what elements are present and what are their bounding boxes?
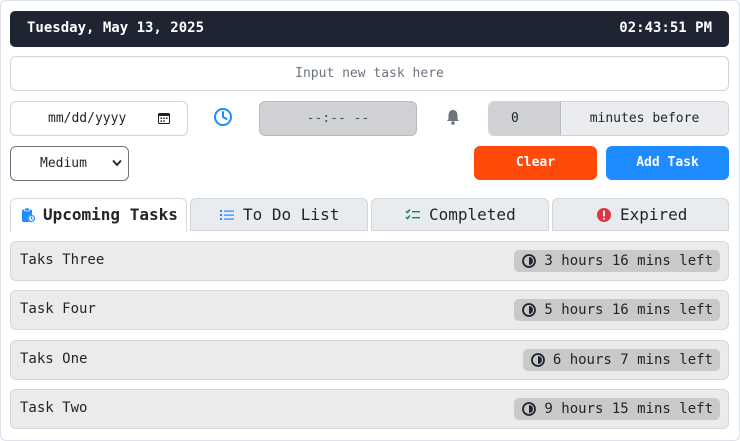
task-item[interactable]: Taks One 6 hours 7 mins left [10, 340, 729, 380]
priority-select[interactable]: Medium [10, 146, 129, 181]
time-left-badge: 6 hours 7 mins left [522, 349, 720, 371]
time-left-badge: 5 hours 16 mins left [514, 299, 720, 321]
task-input[interactable]: Input new task here [10, 56, 729, 91]
chevron-down-icon [112, 159, 122, 167]
half-moon-icon [522, 254, 537, 268]
task-name: Taks Three [20, 252, 105, 268]
time-left-text: 6 hours 7 mins left [552, 352, 713, 368]
task-name: Taks One [20, 351, 88, 367]
bell-icon [447, 110, 459, 125]
task-item[interactable]: Taks Three 3 hours 16 mins left [10, 241, 729, 281]
date-input[interactable]: mm/dd/yyyy [10, 101, 188, 136]
current-time: 02:43:51 PM [619, 20, 712, 36]
add-task-button[interactable]: Add Task [606, 146, 729, 180]
reminder-group: 0 minutes before [488, 101, 729, 136]
exclamation-circle-icon [597, 208, 611, 222]
time-left-badge: 9 hours 15 mins left [514, 398, 720, 420]
task-item[interactable]: Task Four 5 hours 16 mins left [10, 290, 729, 330]
time-left-text: 3 hours 16 mins left [544, 253, 713, 269]
time-left-text: 5 hours 16 mins left [544, 302, 713, 318]
tab-expired-label: Expired [620, 205, 688, 224]
reminder-label: minutes before [561, 102, 728, 135]
task-name: Task Two [20, 400, 88, 416]
calendar-icon[interactable] [158, 112, 170, 124]
tab-completed[interactable]: Completed [371, 198, 549, 231]
current-date: Tuesday, May 13, 2025 [27, 20, 205, 36]
task-item[interactable]: Task Two 9 hours 15 mins left [10, 389, 729, 429]
time-input[interactable]: --:-- -- [259, 101, 417, 136]
task-name: Task Four [20, 301, 96, 317]
priority-selected: Medium [40, 156, 87, 171]
date-placeholder: mm/dd/yyyy [48, 111, 127, 126]
half-moon-icon [522, 402, 537, 416]
half-moon-icon [530, 353, 545, 367]
tab-upcoming-label: Upcoming Tasks [43, 205, 178, 224]
clipboard-clock-icon [22, 207, 36, 223]
clear-button[interactable]: Clear [474, 146, 597, 180]
half-moon-icon [522, 303, 537, 317]
checklist-icon [405, 209, 420, 220]
list-icon [220, 210, 234, 220]
tab-upcoming-tasks[interactable]: Upcoming Tasks [10, 198, 187, 232]
tab-completed-label: Completed [429, 205, 516, 224]
clock-icon [214, 108, 232, 126]
header-bar: Tuesday, May 13, 2025 02:43:51 PM [10, 11, 729, 47]
time-left-text: 9 hours 15 mins left [544, 401, 713, 417]
tab-to-do-list[interactable]: To Do List [190, 198, 368, 231]
reminder-minutes-input[interactable]: 0 [489, 102, 561, 135]
tab-todo-label: To Do List [243, 205, 340, 224]
tab-expired[interactable]: Expired [552, 198, 729, 231]
time-left-badge: 3 hours 16 mins left [514, 250, 720, 272]
